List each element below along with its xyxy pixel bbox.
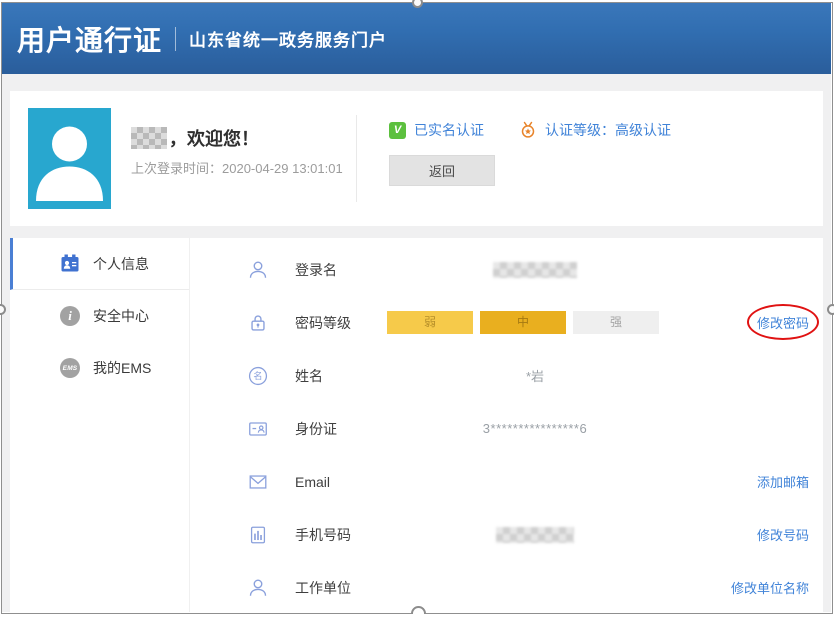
- envelope-icon: [247, 471, 269, 493]
- user-icon: [247, 259, 269, 281]
- row-password-level: 密码等级 弱 中 强 修改密码: [190, 296, 823, 349]
- redacted-phone-number: [496, 527, 574, 543]
- header-divider: [175, 27, 176, 51]
- user-icon: [247, 577, 269, 599]
- strength-bar-strong: 强: [573, 311, 659, 334]
- sidebar-label: 安全中心: [93, 306, 149, 326]
- name-circle-icon: 名: [247, 365, 269, 387]
- change-password-link[interactable]: 修改密码: [757, 316, 809, 331]
- redacted-username: [131, 127, 167, 149]
- avatar-person-icon: [28, 108, 111, 209]
- field-label: 工作单位: [295, 578, 387, 598]
- selection-handle-right[interactable]: [827, 304, 834, 315]
- sidebar-item-my-ems[interactable]: EMS 我的EMS: [10, 342, 189, 394]
- phone-bars-icon: [247, 524, 269, 546]
- row-email: Email 添加邮箱: [190, 455, 823, 508]
- lock-icon: [247, 312, 269, 334]
- sidebar-item-security-center[interactable]: i 安全中心: [10, 290, 189, 342]
- row-employer: 工作单位 修改单位名称: [190, 561, 823, 614]
- welcome-line: ，欢迎您！: [131, 125, 259, 151]
- field-value: [387, 261, 683, 278]
- field-action: 修改密码: [683, 313, 823, 333]
- ems-icon: EMS: [60, 358, 80, 378]
- realname-verified-badge: V 已实名认证: [389, 120, 484, 140]
- change-phone-link[interactable]: 修改号码: [757, 528, 809, 543]
- row-phone: 手机号码 修改号码: [190, 508, 823, 561]
- last-login-time: 上次登录时间：2020-04-29 13:01:01: [131, 158, 343, 177]
- row-login-name: 登录名: [190, 243, 823, 296]
- profile-fields: 登录名 密码等级 弱 中 强 修改密码: [190, 243, 823, 614]
- portal-subtitle: 山东省统一政务服务门户: [189, 26, 387, 51]
- strength-bar-medium: 中: [480, 311, 566, 334]
- info-icon: i: [60, 306, 80, 326]
- verified-check-icon: V: [389, 122, 406, 139]
- user-info-card: ，欢迎您！ 上次登录时间：2020-04-29 13:01:01 V 已实名认证…: [10, 91, 823, 226]
- change-employer-link[interactable]: 修改单位名称: [731, 581, 809, 596]
- field-action: 添加邮箱: [683, 472, 823, 492]
- field-action: 修改号码: [683, 525, 823, 545]
- svg-text:名: 名: [253, 370, 262, 381]
- field-value: 3****************6: [387, 421, 683, 436]
- page-title: 用户通行证: [17, 19, 162, 59]
- selection-handle-bottom[interactable]: [411, 606, 426, 614]
- field-action: 修改单位名称: [683, 578, 823, 598]
- auth-level-label: 认证等级：高级认证: [545, 120, 671, 140]
- redacted-login-name: [493, 262, 577, 278]
- profile-card: 个人信息 i 安全中心 EMS 我的EMS 登录名: [10, 238, 823, 612]
- field-label: 身份证: [295, 419, 387, 439]
- id-card-icon: [247, 418, 269, 440]
- realname-badge-label: 已实名认证: [414, 120, 484, 140]
- field-label: Email: [295, 474, 387, 490]
- field-value: *岩: [387, 366, 683, 385]
- field-value: [387, 526, 683, 543]
- avatar: [28, 108, 111, 209]
- card-divider: [356, 115, 357, 202]
- password-strength-bars: 弱 中 强: [387, 311, 683, 334]
- field-label: 密码等级: [295, 313, 387, 333]
- sidebar-label: 个人信息: [93, 254, 149, 274]
- sidebar-item-personal-info[interactable]: 个人信息: [10, 238, 189, 290]
- row-id-card: 身份证 3****************6: [190, 402, 823, 455]
- field-label: 姓名: [295, 366, 387, 386]
- portal-header: 用户通行证 山东省统一政务服务门户: [2, 3, 831, 74]
- medal-icon: [519, 121, 537, 139]
- auth-level-badge: 认证等级：高级认证: [519, 120, 671, 140]
- field-label: 手机号码: [295, 525, 387, 545]
- sidebar-label: 我的EMS: [93, 358, 151, 378]
- sidebar: 个人信息 i 安全中心 EMS 我的EMS: [10, 238, 190, 612]
- back-button[interactable]: 返回: [389, 155, 495, 186]
- strength-bar-weak: 弱: [387, 311, 473, 334]
- id-badge-icon: [60, 254, 80, 274]
- red-circle-annotation: 修改密码: [757, 313, 809, 333]
- row-name: 名 姓名 *岩: [190, 349, 823, 402]
- add-email-link[interactable]: 添加邮箱: [757, 475, 809, 490]
- field-label: 登录名: [295, 260, 387, 280]
- welcome-text: ，欢迎您！: [169, 125, 259, 151]
